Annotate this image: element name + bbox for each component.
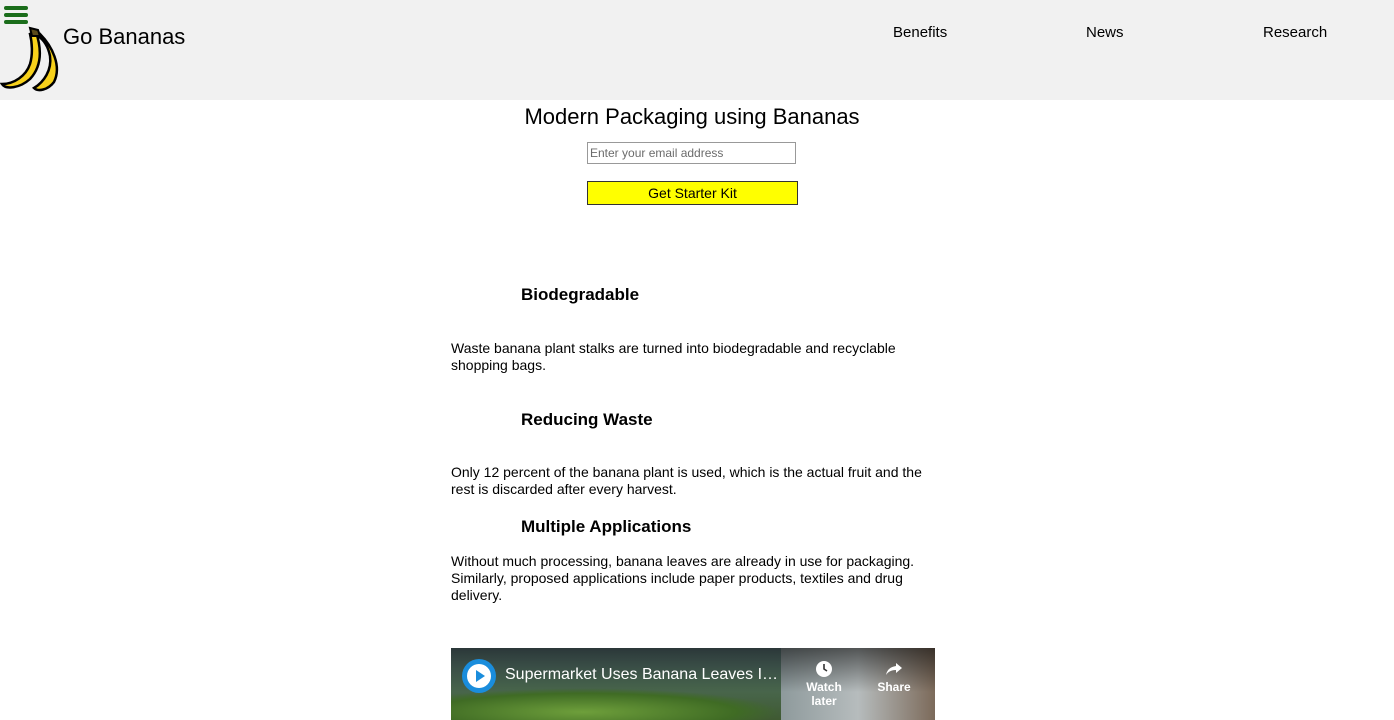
feature-text: Waste banana plant stalks are turned int…	[451, 340, 896, 373]
video-thumbnail-foliage	[451, 688, 781, 720]
clock-icon	[816, 661, 832, 677]
site-header: Go Bananas Benefits News Research	[0, 0, 1394, 100]
nav-research[interactable]: Research	[1263, 24, 1327, 41]
play-icon[interactable]	[462, 659, 496, 693]
nav-benefits[interactable]: Benefits	[893, 24, 947, 41]
feature-heading: Reducing Waste	[521, 410, 653, 429]
share-icon	[886, 663, 902, 675]
feature-text: Only 12 percent of the banana plant is u…	[451, 464, 922, 497]
brand-name: Go Bananas	[63, 24, 186, 49]
email-field[interactable]	[587, 142, 796, 164]
nav-news[interactable]: News	[1086, 24, 1124, 41]
watch-later-button[interactable]: Watch later	[794, 660, 854, 708]
share-label: Share	[877, 680, 911, 694]
page-title: Modern Packaging using Bananas	[524, 104, 860, 129]
banana-logo-icon	[0, 26, 59, 92]
feature-text: Without much processing, banana leaves a…	[451, 553, 915, 603]
get-starter-kit-button[interactable]: Get Starter Kit	[587, 181, 798, 205]
menu-icon[interactable]	[4, 6, 28, 26]
video-embed[interactable]: Supermarket Uses Banana Leaves Ins... Wa…	[451, 648, 935, 720]
video-title[interactable]: Supermarket Uses Banana Leaves Ins...	[505, 666, 785, 684]
share-button[interactable]: Share	[864, 660, 924, 694]
watch-later-label: Watch later	[806, 680, 842, 708]
feature-heading: Biodegradable	[521, 285, 640, 304]
feature-heading: Multiple Applications	[521, 517, 692, 536]
